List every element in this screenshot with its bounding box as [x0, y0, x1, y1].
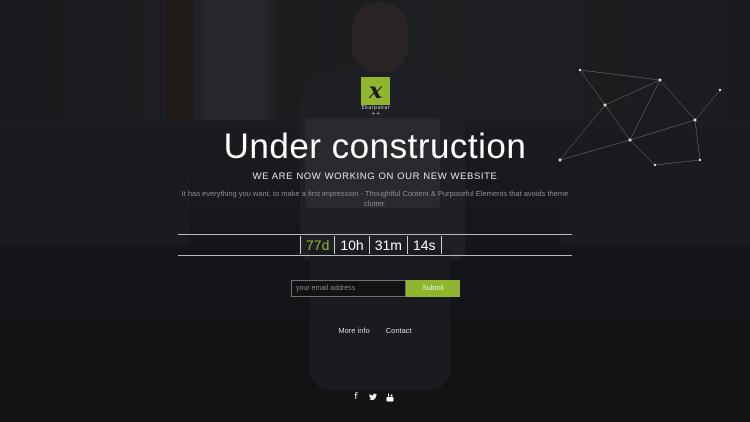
- countdown-days: 77d: [300, 236, 334, 254]
- page-description: It has everything you want, to make a fi…: [181, 189, 569, 208]
- facebook-icon[interactable]: f: [352, 392, 360, 402]
- footer-links: More info Contact: [0, 326, 750, 335]
- social-links: f: [352, 392, 394, 402]
- page-title: Under construction: [223, 127, 527, 166]
- page-subtitle: WE ARE NOW WORKING ON OUR NEW WEBSITE: [252, 171, 498, 182]
- logo-subtext: Ekalpakar ++: [361, 105, 391, 117]
- email-input[interactable]: your email address: [291, 280, 406, 297]
- more-info-link[interactable]: More info: [338, 326, 369, 335]
- contact-link[interactable]: Contact: [386, 326, 412, 335]
- network-decoration: [558, 68, 722, 167]
- countdown-timer: 77d 10h 31m 14s: [300, 236, 442, 254]
- countdown-seconds: 14s: [406, 236, 442, 254]
- divider-bottom: [178, 255, 572, 256]
- countdown-hours: 10h: [334, 236, 368, 254]
- logo-mark: x: [368, 78, 383, 104]
- countdown-minutes: 31m: [368, 236, 407, 254]
- youtube-icon[interactable]: [386, 392, 394, 402]
- divider-top: [178, 234, 572, 235]
- twitter-icon[interactable]: [369, 392, 377, 402]
- submit-button[interactable]: Submit: [406, 280, 460, 297]
- site-logo[interactable]: x: [361, 77, 390, 105]
- subscribe-form: your email address Submit: [291, 280, 460, 297]
